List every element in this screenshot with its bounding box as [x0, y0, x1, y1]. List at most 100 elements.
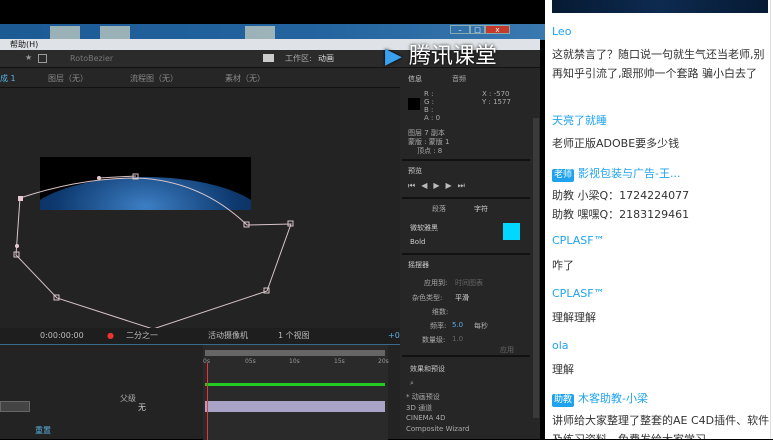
- ruler-tick: 20s: [378, 358, 389, 365]
- info-vertex: 顶点 : 8: [417, 147, 443, 155]
- maximize-button[interactable]: □: [470, 25, 485, 34]
- square-icon[interactable]: [38, 54, 47, 63]
- resolution-select[interactable]: 二分之一: [126, 328, 158, 344]
- info-panel: 信息 音频 R : G : B : A : 0 X : -570 Y : 157…: [402, 68, 530, 161]
- work-area-bar[interactable]: [205, 350, 385, 356]
- chat-message: 助教 小梁Q：1724224077 助教 嘿嘿Q：2183129461: [552, 189, 690, 221]
- chat-message: 这就禁言了？随口说一句就生气还当老师,别再知乎引流了,跟邢帅一个套路 骗小白去了: [552, 48, 765, 80]
- gamepad-icon: [263, 54, 274, 62]
- apply-to-label: 应用到:: [424, 279, 448, 287]
- mask-path[interactable]: [0, 88, 400, 328]
- dimension-label: 维数:: [432, 308, 449, 316]
- character-panel: 段落 字符 微软雅黑 Bold: [402, 201, 530, 255]
- apply-to-select[interactable]: 时间图表: [455, 278, 483, 288]
- tab-footage[interactable]: 素材（无）: [225, 73, 265, 84]
- apply-button[interactable]: 应用: [500, 345, 514, 355]
- chat-message: 老师正版ADOBE要多少钱: [552, 137, 680, 150]
- ruler-tick: 05s: [245, 358, 256, 365]
- tab-character[interactable]: 字符: [474, 204, 488, 214]
- tencent-classroom-logo: ▶ 腾讯课堂: [385, 44, 497, 69]
- chat-username[interactable]: 天亮了就睡: [552, 112, 607, 128]
- effects-item[interactable]: 3D 通道: [406, 403, 432, 413]
- info-y: Y : 1577: [482, 98, 511, 106]
- magnitude-label: 数量级:: [422, 336, 446, 344]
- preview-panel: 预览 ⏮◀▶▶⏭: [402, 163, 530, 199]
- camera-select[interactable]: 活动摄像机: [208, 328, 248, 344]
- tab-paragraph[interactable]: 段落: [432, 204, 446, 214]
- tab-info[interactable]: 信息: [408, 74, 422, 84]
- info-r: R :: [424, 90, 434, 98]
- viewer-toolbar: 0:00:00:00 ● 二分之一 活动摄像机 1 个视图 +0.0: [0, 328, 407, 344]
- chat-message: 讲师给大家整理了整套的AE C4D插件、软件及练习资料，免费发给大家学习: [552, 414, 770, 439]
- desktop-icon[interactable]: [100, 26, 130, 40]
- chat-username[interactable]: CPLASF™: [552, 234, 605, 247]
- ruler-tick: 15s: [334, 358, 345, 365]
- parent-column-label: 父级: [120, 394, 136, 403]
- menu-help[interactable]: 帮助(H): [10, 40, 38, 49]
- views-select[interactable]: 1 个视图: [278, 328, 310, 344]
- info-x: X : -570: [482, 90, 510, 98]
- effects-title: 效果和预设: [410, 365, 445, 373]
- effects-item[interactable]: * 动画预设: [406, 392, 440, 402]
- frequency-value[interactable]: 5.0: [452, 321, 463, 329]
- font-select[interactable]: 微软雅黑: [410, 223, 438, 233]
- info-a: A : 0: [424, 114, 441, 122]
- tab-layer[interactable]: 图层（无）: [48, 73, 88, 84]
- layer-bar[interactable]: [205, 401, 385, 412]
- wiggler-panel: 摇摆器 应用到: 时间图表 杂色类型: 平滑 维数: 频率: 5.0 每秒 数量…: [402, 257, 530, 357]
- preview-title: 预览: [408, 167, 422, 175]
- chat-username[interactable]: CPLASF™: [552, 287, 605, 300]
- color-channels-icon[interactable]: ●: [107, 328, 114, 344]
- playback-controls[interactable]: ⏮◀▶▶⏭: [408, 181, 471, 191]
- font-style-select[interactable]: Bold: [410, 238, 425, 246]
- close-button[interactable]: x: [485, 25, 510, 34]
- chat-username[interactable]: 影视包装与广告-王...: [578, 167, 680, 180]
- parent-select[interactable]: 无: [138, 402, 146, 413]
- chat-scrollbar[interactable]: [770, 0, 771, 439]
- desktop-icon[interactable]: [50, 26, 80, 40]
- timeline-panel: 父级 无 重置 0s 05s 10s 15s 20s: [0, 344, 400, 440]
- chat-username[interactable]: Leo: [552, 25, 571, 38]
- chat-message: 咋了: [552, 259, 574, 272]
- chat-message: 理解理解: [552, 311, 596, 324]
- top-black-band: [0, 0, 545, 24]
- effects-panel: 效果和预设 ⌕ * 动画预设 3D 通道 CINEMA 4D Composite…: [402, 359, 530, 439]
- right-panels: 信息 音频 R : G : B : A : 0 X : -570 Y : 157…: [400, 68, 540, 439]
- info-g: G :: [424, 98, 435, 106]
- effects-item[interactable]: Composite Wizard: [406, 425, 469, 433]
- search-icon[interactable]: ⌕: [410, 379, 414, 388]
- rotobezier-checkbox[interactable]: RotoBezier: [70, 54, 113, 63]
- timecode[interactable]: 0:00:00:00: [40, 328, 84, 344]
- info-b: B :: [424, 106, 434, 114]
- tab-flowchart[interactable]: 流程图（无）: [130, 73, 178, 84]
- composition-viewer[interactable]: [0, 88, 400, 328]
- noise-label: 杂色类型:: [412, 294, 443, 302]
- tab-audio[interactable]: 音频: [452, 74, 466, 84]
- chat-username[interactable]: ola: [552, 339, 569, 352]
- workspace-label: 工作区:: [285, 54, 312, 63]
- chat-username[interactable]: 木客助教-小梁: [578, 392, 648, 405]
- assistant-badge: 助教: [552, 394, 575, 407]
- star-icon[interactable]: ★: [25, 53, 32, 62]
- fill-color-swatch[interactable]: [503, 223, 520, 240]
- teacher-badge: 老师: [552, 169, 575, 182]
- panel-tabs: 成 1 图层（无） 流程图（无） 素材（无）: [0, 68, 400, 88]
- banner-image[interactable]: [552, 0, 768, 13]
- magnitude-value[interactable]: 1.0: [452, 335, 463, 343]
- reset-link[interactable]: 重置: [35, 425, 51, 436]
- scrollbar[interactable]: [533, 118, 539, 418]
- noise-select[interactable]: 平滑: [455, 293, 469, 303]
- playhead[interactable]: [207, 363, 208, 440]
- tab-composition[interactable]: 成 1: [0, 73, 16, 84]
- frequency-unit: 每秒: [474, 322, 488, 330]
- chat-panel: Leo 这就禁言了？随口说一句就生气还当老师,别再知乎引流了,跟邢帅一个套路 骗…: [545, 0, 773, 439]
- effects-item[interactable]: CINEMA 4D: [406, 414, 446, 422]
- desktop-icon[interactable]: [245, 26, 275, 40]
- render-bar: [205, 383, 385, 386]
- wiggler-title: 摇摆器: [408, 261, 429, 269]
- workspace-select[interactable]: 动画: [318, 53, 334, 64]
- layer-name-field[interactable]: [0, 401, 30, 412]
- ruler-tick: 10s: [289, 358, 300, 365]
- timeline-track-area[interactable]: 0s 05s 10s 15s 20s: [203, 345, 389, 440]
- minimize-button[interactable]: –: [450, 25, 470, 34]
